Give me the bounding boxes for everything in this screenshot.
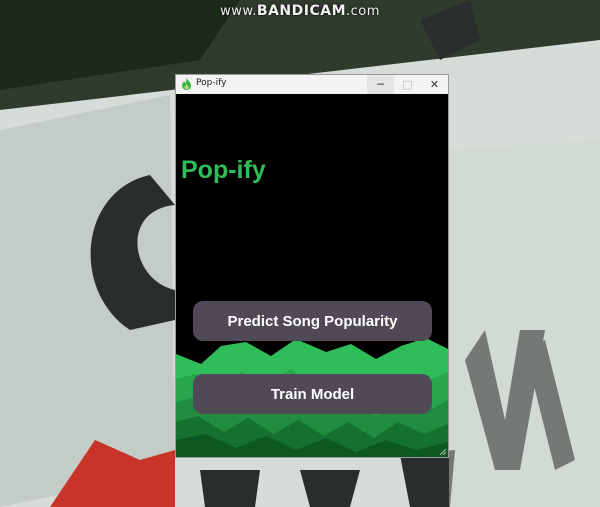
close-icon: ✕: [429, 78, 440, 91]
flame-icon: [182, 78, 191, 90]
minimize-button[interactable]: ─: [367, 75, 394, 94]
maximize-button[interactable]: □: [394, 75, 421, 94]
train-model-button[interactable]: Train Model: [193, 374, 432, 414]
app-content: Pop-ify Predict Song Popularity Train Mo…: [176, 94, 448, 457]
app-window: Pop-ify ─ □ ✕ Pop-ify Predict Song Popul…: [175, 74, 449, 458]
predict-song-popularity-button[interactable]: Predict Song Popularity: [193, 301, 432, 341]
title-bar[interactable]: Pop-ify ─ □ ✕: [176, 75, 448, 95]
close-button[interactable]: ✕: [421, 75, 448, 94]
recorder-watermark: www.BANDICAM.com: [220, 3, 380, 19]
resize-grip-icon[interactable]: [440, 449, 446, 455]
maximize-icon: □: [402, 78, 413, 91]
minimize-icon: ─: [377, 78, 384, 91]
app-heading: Pop-ify: [181, 156, 266, 184]
window-title: Pop-ify: [196, 78, 227, 88]
